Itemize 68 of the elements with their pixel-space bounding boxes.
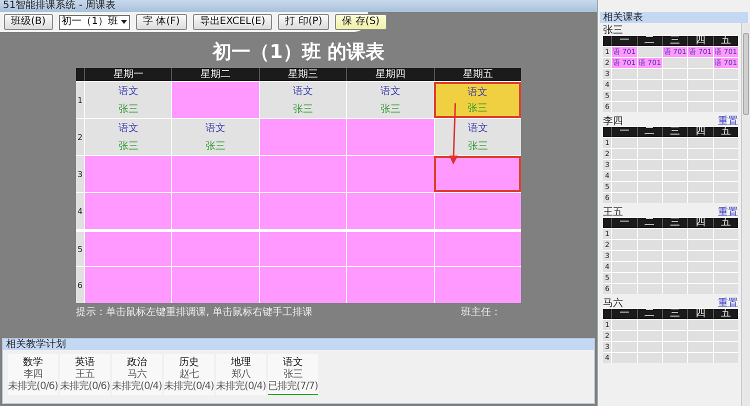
class-button[interactable]: 班级(B) [4,14,53,30]
teacher-text: 张三 [380,102,400,116]
teacher-text: 赵七 [180,368,198,380]
plan-card[interactable]: 语文 张三 已排完(7/7) [268,354,318,395]
lesson-cell[interactable]: 语文 张三 [258,82,346,118]
subject-text: 政治 [127,356,147,368]
teacher-name: 王五 [603,206,624,218]
status-text: 未排完(0/4) [216,380,266,392]
plan-card[interactable]: 英语 王五 未排完(0/6) [60,354,110,395]
subject-text: 数学 [23,356,43,368]
teacher-text: 张三 [118,140,138,153]
drag-arrow [449,103,458,164]
lesson-cell[interactable]: 语文 张三 [84,82,172,118]
reset-link[interactable]: 重置 [718,114,738,128]
plan-card[interactable]: 政治 马六 未排完(0/4) [112,354,162,395]
panel-title: 相关教学计划 [6,339,66,350]
reset-link[interactable]: 重置 [718,204,738,218]
period-label: 3 [76,168,84,180]
subject-text: 语文 [467,86,488,99]
toolbar-button[interactable]: 导出EXCEL(E) [192,14,272,30]
subject-text: 历史 [179,356,199,368]
subject-text: 英语 [75,356,95,368]
subject-text: 语文 [468,122,488,135]
lesson-cell[interactable]: 语文 张三 [84,119,172,155]
lesson-cell[interactable]: 语文 张三 [434,82,522,118]
period-label: 6 [76,280,84,292]
status-text: 已排完(7/7) [268,380,318,392]
subject-text: 语文 [206,122,226,135]
teacher-text: 郑八 [232,368,250,380]
subject-text: 语文 [118,84,138,98]
caret-icon [121,20,128,24]
status-text: 未排完(0/4) [112,380,162,392]
plan-card[interactable]: 地理 郑八 未排完(0/4) [216,354,266,395]
head-teacher-label: 班主任： [461,306,502,319]
toolbar-button[interactable]: 字 体(F) [136,14,187,30]
class-select[interactable]: 初一（1）班 [58,14,130,30]
teacher-name: 李四 [603,114,624,128]
subject-text: 语文 [283,356,303,368]
toolbar-button[interactable]: 保 存(S) [335,14,387,30]
period-label: 5 [76,244,84,256]
period-label: 2 [76,132,84,144]
subject-text: 地理 [231,356,251,368]
teacher-text: 张三 [468,140,488,153]
toolbar-button[interactable]: 打 印(P) [278,14,330,30]
teacher-text: 张三 [293,102,314,116]
subject-text: 语文 [293,84,314,98]
subject-text: 语文 [380,84,400,98]
teacher-text: 张三 [118,102,138,116]
status-text: 未排完(0/6) [60,380,110,392]
teacher-text: 李四 [24,368,42,380]
teacher-name: 马六 [603,296,624,310]
teacher-text: 张三 [467,102,488,115]
teacher-text: 马六 [128,368,146,380]
plan-card[interactable]: 数学 李四 未排完(0/6) [8,354,58,395]
teacher-text: 张三 [284,368,302,380]
period-label: 1 [76,94,84,106]
period-label: 4 [76,206,84,218]
timetable-title: 初一（1）班 的课表 [212,40,385,65]
plan-card[interactable]: 历史 赵七 未排完(0/4) [164,354,214,395]
panel-title: 相关课表 [603,12,644,23]
status-text: 未排完(0/6) [8,380,58,392]
subject-text: 语文 [118,122,138,135]
reset-link[interactable]: 重置 [718,296,738,310]
hint-text: 提示：单击鼠标左键重排调课, 单击鼠标右键手工排课 [76,306,314,319]
status-text: 未排完(0/4) [164,380,214,392]
teacher-name: 张三 [603,24,624,36]
teacher-text: 张三 [206,140,226,153]
teacher-text: 王五 [76,368,94,380]
